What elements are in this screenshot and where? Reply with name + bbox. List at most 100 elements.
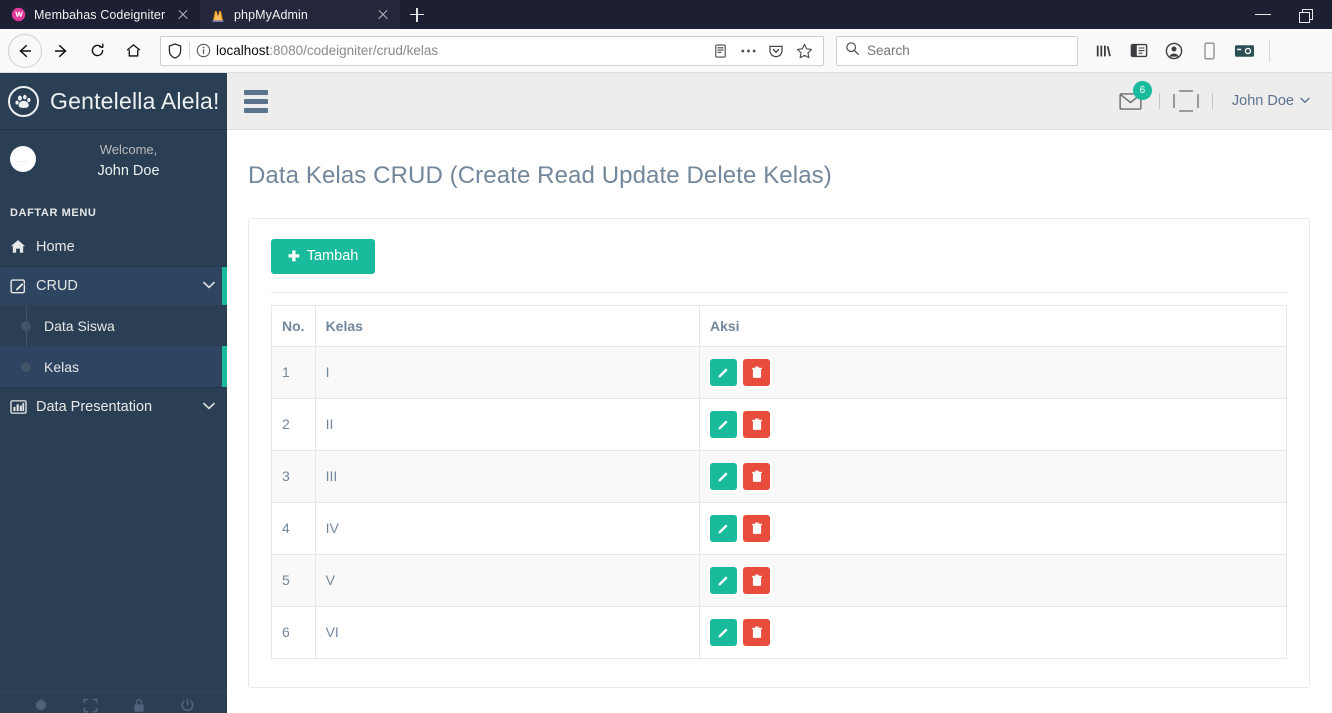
library-icon[interactable] bbox=[1088, 36, 1120, 66]
browser-window: Membahas Codeigniter phpMyAdmin localhos… bbox=[0, 0, 1332, 713]
divider bbox=[1269, 39, 1270, 62]
address-bar[interactable]: localhost:8080/codeigniter/crud/kelas bbox=[160, 35, 824, 66]
chevron-down-icon bbox=[203, 401, 215, 413]
sidebar-item-data-presentation[interactable]: Data Presentation bbox=[0, 387, 227, 426]
tab-close-icon[interactable] bbox=[374, 6, 392, 24]
delete-button[interactable] bbox=[743, 566, 770, 594]
settings-icon[interactable] bbox=[33, 698, 49, 713]
star-icon[interactable] bbox=[791, 38, 817, 64]
browser-tab-title: phpMyAdmin bbox=[234, 7, 308, 22]
search-input[interactable] bbox=[867, 43, 1047, 58]
top-navbar-right: 6 John Doe bbox=[1114, 81, 1310, 119]
pocket-icon[interactable] bbox=[763, 38, 789, 64]
sidebar-item-crud[interactable]: CRUD bbox=[0, 266, 227, 305]
table-row: 1 I bbox=[271, 345, 1287, 399]
url-host: localhost bbox=[216, 43, 270, 58]
sidebar-submenu-crud: Data Siswa Kelas bbox=[0, 305, 227, 387]
sidebar-footer bbox=[0, 691, 227, 713]
back-arrow-icon[interactable] bbox=[8, 33, 42, 68]
reload-icon[interactable] bbox=[80, 34, 114, 68]
table-body: 1 I 2 II 3 III 4 IV 5 V 6 VI bbox=[271, 345, 1287, 659]
column-header-aksi: Aksi bbox=[699, 304, 1287, 347]
sidebar-icon[interactable] bbox=[1123, 36, 1155, 66]
sidebar-subitem-label: Data Siswa bbox=[44, 317, 115, 334]
edit-button[interactable] bbox=[710, 410, 737, 438]
new-tab-button[interactable] bbox=[400, 0, 434, 29]
cell-kelas: VI bbox=[314, 605, 701, 659]
table-row: 4 IV bbox=[271, 501, 1287, 555]
chevron-down-icon bbox=[1300, 95, 1310, 107]
mobile-icon[interactable] bbox=[1193, 36, 1225, 66]
browser-tab-1[interactable]: Membahas Codeigniter bbox=[0, 0, 200, 29]
maximize-button[interactable] bbox=[1286, 0, 1332, 29]
home-icon[interactable] bbox=[116, 34, 150, 68]
sidebar-item-home[interactable]: Home bbox=[0, 227, 227, 266]
user-menu[interactable]: John Doe bbox=[1232, 93, 1310, 109]
sidebar-item-label: Home bbox=[36, 238, 75, 255]
lock-icon[interactable] bbox=[132, 698, 146, 713]
reader-view-icon[interactable] bbox=[707, 38, 733, 64]
screenshot-icon[interactable] bbox=[1228, 36, 1260, 66]
hamburger-icon[interactable] bbox=[227, 73, 285, 130]
delete-button[interactable] bbox=[743, 462, 770, 490]
edit-button[interactable] bbox=[710, 618, 737, 646]
envelope-icon[interactable]: 6 bbox=[1114, 81, 1152, 119]
search-icon bbox=[845, 41, 860, 61]
paw-icon bbox=[8, 85, 39, 117]
column-header-no: No. bbox=[271, 304, 316, 347]
fullscreen-icon[interactable] bbox=[83, 698, 98, 713]
power-icon[interactable] bbox=[180, 698, 195, 713]
web-page: Gentelella Alela! ... Welcome, John Doe … bbox=[0, 73, 1332, 713]
sidebar-item-label: CRUD bbox=[36, 278, 78, 294]
sidebar-brand[interactable]: Gentelella Alela! bbox=[0, 73, 227, 130]
add-button[interactable]: ✚ Tambah bbox=[271, 239, 376, 274]
home-icon bbox=[10, 239, 36, 254]
cell-no: 2 bbox=[271, 397, 316, 451]
table-row: 2 II bbox=[271, 397, 1287, 451]
search-bar[interactable] bbox=[836, 35, 1078, 66]
browser-tab-title: Membahas Codeigniter bbox=[34, 7, 166, 22]
forward-arrow-icon[interactable] bbox=[44, 34, 78, 68]
cell-aksi bbox=[699, 397, 1287, 451]
edit-button[interactable] bbox=[710, 358, 737, 386]
delete-button[interactable] bbox=[743, 410, 770, 438]
cell-no: 5 bbox=[271, 553, 316, 607]
edit-button[interactable] bbox=[710, 566, 737, 594]
add-button-label: Tambah bbox=[306, 248, 359, 264]
minimize-button[interactable] bbox=[1240, 0, 1286, 29]
avatar: ... bbox=[10, 146, 36, 172]
content-panel: ✚ Tambah No. Kelas Aksi 1 I 2 II 3 III 4… bbox=[248, 218, 1310, 688]
delete-button[interactable] bbox=[743, 358, 770, 386]
cell-aksi bbox=[699, 553, 1287, 607]
edit-button[interactable] bbox=[710, 514, 737, 542]
sidebar-item-kelas[interactable]: Kelas bbox=[0, 346, 227, 387]
column-header-kelas: Kelas bbox=[314, 304, 701, 347]
tab-close-icon[interactable] bbox=[174, 6, 192, 24]
ellipsis-icon[interactable] bbox=[735, 38, 761, 64]
edit-button[interactable] bbox=[710, 462, 737, 490]
cell-kelas: II bbox=[314, 397, 701, 451]
address-bar-url: localhost:8080/codeigniter/crud/kelas bbox=[216, 43, 707, 58]
account-icon[interactable] bbox=[1158, 36, 1190, 66]
divider bbox=[1158, 93, 1160, 109]
sidebar-subitem-label: Kelas bbox=[44, 358, 80, 375]
profile-name: John Doe bbox=[97, 163, 160, 179]
top-navbar: 6 John Doe bbox=[227, 73, 1332, 130]
browser-tool-icons bbox=[1088, 36, 1270, 66]
browser-toolbar: localhost:8080/codeigniter/crud/kelas bbox=[0, 29, 1332, 73]
table-header-row: No. Kelas Aksi bbox=[271, 304, 1287, 347]
browser-tab-2[interactable]: phpMyAdmin bbox=[200, 0, 400, 29]
broken-image-icon bbox=[1171, 86, 1201, 116]
delete-button[interactable] bbox=[743, 618, 770, 646]
delete-button[interactable] bbox=[743, 514, 770, 542]
bar-chart-icon bbox=[10, 399, 36, 415]
tab-strip: Membahas Codeigniter phpMyAdmin bbox=[0, 0, 1332, 29]
page-content: Data Kelas CRUD (Create Read Update Dele… bbox=[227, 130, 1332, 688]
table-row: 3 III bbox=[271, 449, 1287, 503]
info-circle-icon[interactable] bbox=[190, 43, 216, 58]
shield-icon[interactable] bbox=[161, 42, 189, 59]
welcome-label: Welcome, bbox=[99, 142, 158, 157]
sidebar-item-data-siswa[interactable]: Data Siswa bbox=[0, 305, 227, 346]
cell-no: 4 bbox=[271, 501, 316, 555]
divider bbox=[1211, 93, 1213, 109]
